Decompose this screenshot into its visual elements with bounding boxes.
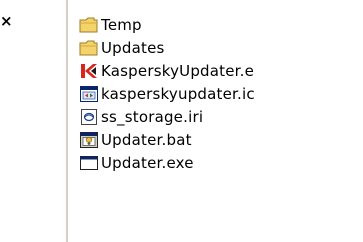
folder-icon bbox=[79, 15, 99, 35]
file-name: Updater.bat bbox=[101, 130, 192, 149]
list-item-temp[interactable]: Temp bbox=[79, 13, 363, 36]
list-item-kasperskyupdater-exe[interactable]: KasperskyUpdater.e bbox=[79, 59, 363, 82]
file-list: Temp Updates KasperskyUpdater.e kaspersk… bbox=[79, 13, 363, 174]
exe-file-icon bbox=[79, 153, 99, 173]
window-file-icon bbox=[79, 84, 99, 104]
file-name: Updater.exe bbox=[101, 153, 194, 172]
file-name: Temp bbox=[101, 15, 142, 34]
iri-file-icon bbox=[79, 107, 99, 127]
batch-file-icon bbox=[79, 130, 99, 150]
list-item-updater-bat[interactable]: Updater.bat bbox=[79, 128, 363, 151]
file-name: KasperskyUpdater.e bbox=[101, 61, 255, 80]
list-item-kasperskyupdater-ic[interactable]: kasperskyupdater.ic bbox=[79, 82, 363, 105]
list-item-updates[interactable]: Updates bbox=[79, 36, 363, 59]
file-name: ss_storage.iri bbox=[101, 107, 204, 126]
panel-divider bbox=[66, 0, 68, 242]
file-name: kasperskyupdater.ic bbox=[101, 84, 255, 103]
folder-icon bbox=[79, 38, 99, 58]
close-pane-button[interactable]: × bbox=[0, 13, 14, 29]
list-item-ss-storage-iri[interactable]: ss_storage.iri bbox=[79, 105, 363, 128]
file-name: Updates bbox=[101, 38, 165, 57]
left-panel: × bbox=[0, 0, 68, 242]
list-item-updater-exe[interactable]: Updater.exe bbox=[79, 151, 363, 174]
kaspersky-k-icon bbox=[79, 61, 99, 81]
